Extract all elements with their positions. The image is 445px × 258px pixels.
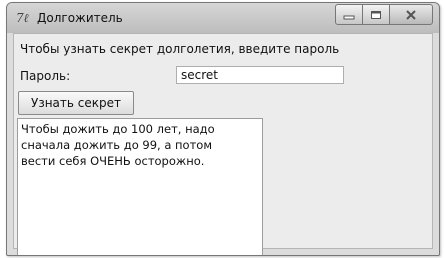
form-client-area: Чтобы узнать секрет долголетия, введите …	[13, 33, 433, 255]
password-label: Пароль:	[20, 69, 71, 83]
minimize-icon	[343, 15, 355, 19]
app-icon: 7ℓ	[16, 11, 29, 25]
reveal-secret-button[interactable]: Узнать секрет	[18, 91, 134, 115]
caption-buttons	[335, 4, 433, 25]
secret-text-box[interactable]: Чтобы дожить до 100 лет, надо сначала до…	[17, 118, 263, 255]
title-bar[interactable]: 7ℓ Долгожитель	[7, 3, 439, 33]
close-button[interactable]	[389, 4, 433, 25]
window-title: Долгожитель	[37, 11, 123, 25]
app-window: 7ℓ Долгожитель Чтобы узнать секрет долго…	[6, 2, 440, 256]
instruction-label: Чтобы узнать секрет долголетия, введите …	[20, 42, 340, 56]
maximize-icon	[371, 10, 381, 19]
close-icon	[406, 9, 416, 20]
password-input[interactable]	[176, 66, 344, 84]
minimize-button[interactable]	[335, 4, 363, 25]
maximize-button[interactable]	[362, 4, 390, 25]
